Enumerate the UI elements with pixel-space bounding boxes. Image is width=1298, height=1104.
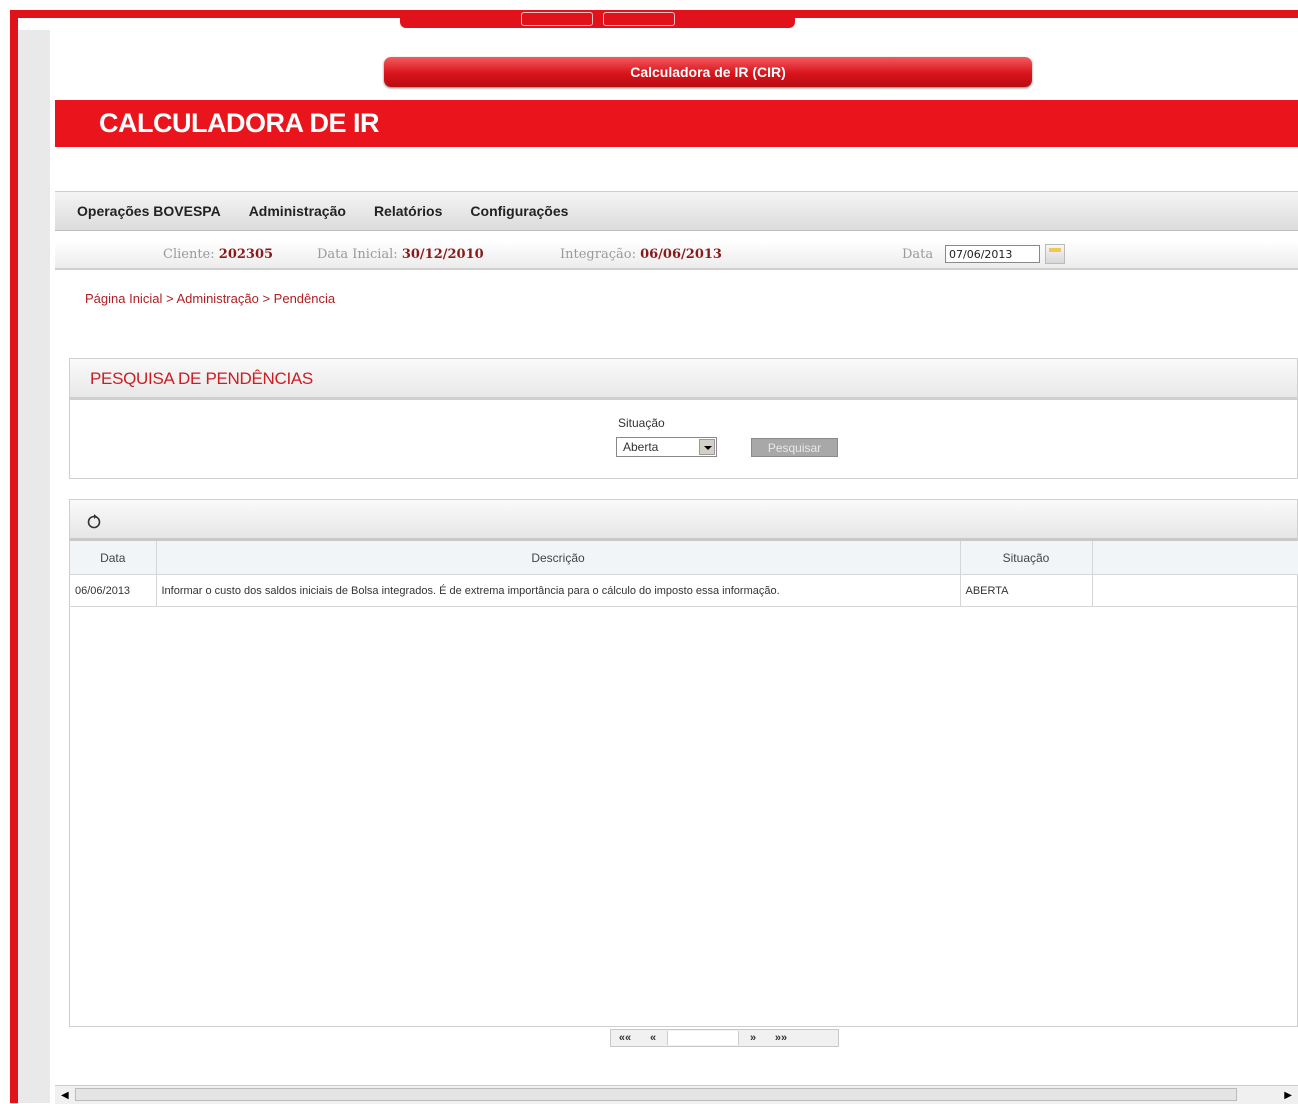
scrollbar-thumb[interactable] <box>75 1088 1237 1101</box>
situacao-select[interactable]: Aberta <box>616 437 717 457</box>
data-inicial-info: Data Inicial: 30/12/2010 <box>317 247 484 262</box>
cell-situacao: ABERTA <box>960 574 1093 607</box>
cell-filler <box>1092 574 1298 607</box>
breadcrumb: Página Inicial > Administração > Pendênc… <box>85 291 336 306</box>
search-panel-title: PESQUISA DE PENDÊNCIAS <box>90 369 313 388</box>
cell-descricao: Informar o custo dos saldos iniciais de … <box>156 574 961 607</box>
search-panel-header: PESQUISA DE PENDÊNCIAS <box>70 359 1297 400</box>
date-field[interactable]: 07/06/2013 <box>945 245 1040 263</box>
breadcrumb-pendencia: Pendência <box>273 291 336 306</box>
left-frame-bar <box>10 10 18 1103</box>
header-stub-button[interactable] <box>520 12 593 26</box>
pagination: «« « » »» <box>610 1029 839 1047</box>
data-inicial-value: 30/12/2010 <box>401 247 484 262</box>
menu-configuracoes[interactable]: Configurações <box>470 203 568 219</box>
search-panel: PESQUISA DE PENDÊNCIAS Situação Aberta P… <box>69 358 1298 479</box>
table-row[interactable]: 06/06/2013 Informar o custo dos saldos i… <box>70 574 1298 607</box>
cliente-info: Cliente: 202305 <box>163 247 273 262</box>
horizontal-scrollbar[interactable]: ◀ ▶ <box>55 1085 1298 1104</box>
breadcrumb-administracao[interactable]: Administração <box>176 291 258 306</box>
page-title: CALCULADORA DE IR <box>99 108 379 138</box>
app-title: Calculadora de IR (CIR) <box>630 64 786 80</box>
menu-operacoes-bovespa[interactable]: Operações BOVESPA <box>77 203 221 219</box>
refresh-icon[interactable] <box>86 512 102 530</box>
column-header-filler <box>1092 541 1298 575</box>
first-page-button[interactable]: «« <box>611 1032 639 1044</box>
scroll-right-icon[interactable]: ▶ <box>1284 1090 1292 1101</box>
calendar-icon[interactable] <box>1045 244 1065 264</box>
top-header-stub <box>400 10 795 28</box>
data-label: Data <box>902 247 934 262</box>
menu-relatorios[interactable]: Relatórios <box>374 203 442 219</box>
pendencias-table: Data Descrição Situação 06/06/2013 Infor… <box>70 541 1298 607</box>
situacao-label: Situação <box>618 416 665 430</box>
chevron-down-icon[interactable] <box>699 439 715 455</box>
integracao-info: Integração: 06/06/2013 <box>560 247 722 262</box>
next-page-button[interactable]: » <box>739 1032 767 1044</box>
integracao-label: Integração: <box>560 247 636 262</box>
menu-administracao[interactable]: Administração <box>249 203 346 219</box>
situacao-selected-value: Aberta <box>623 440 659 454</box>
results-grid: Data Descrição Situação 06/06/2013 Infor… <box>69 499 1298 1027</box>
client-info-bar: Cliente: 202305 Data Inicial: 30/12/2010… <box>55 241 1298 270</box>
page-number-input[interactable] <box>667 1031 739 1045</box>
grid-toolbar <box>70 500 1297 541</box>
breadcrumb-home[interactable]: Página Inicial <box>85 291 162 306</box>
cell-data: 06/06/2013 <box>70 574 157 607</box>
integracao-value: 06/06/2013 <box>640 247 722 262</box>
main-menu: Operações BOVESPA Administração Relatóri… <box>55 191 1298 231</box>
cliente-value: 202305 <box>218 247 274 262</box>
last-page-button[interactable]: »» <box>767 1032 795 1044</box>
header-stub-button[interactable] <box>602 12 675 26</box>
cliente-label: Cliente: <box>163 247 215 262</box>
prev-page-button[interactable]: « <box>639 1032 667 1044</box>
table-header-row: Data Descrição Situação <box>70 541 1298 575</box>
column-header-data[interactable]: Data <box>70 541 157 575</box>
pesquisar-button[interactable]: Pesquisar <box>751 438 838 457</box>
page-banner: CALCULADORA DE IR <box>55 100 1298 147</box>
column-header-descricao[interactable]: Descrição <box>156 541 961 575</box>
scroll-left-icon[interactable]: ◀ <box>61 1090 69 1101</box>
column-header-situacao[interactable]: Situação <box>960 541 1093 575</box>
app-title-pill: Calculadora de IR (CIR) <box>384 57 1032 87</box>
left-gutter <box>18 30 50 1103</box>
data-inicial-label: Data Inicial: <box>317 247 398 262</box>
